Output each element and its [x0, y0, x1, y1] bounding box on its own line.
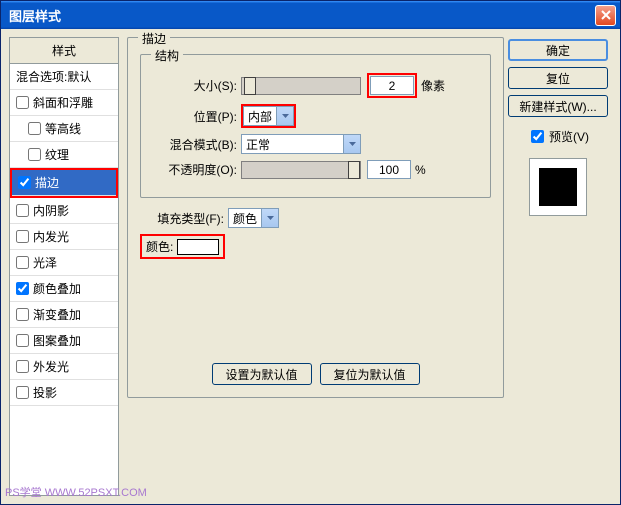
preview-checkbox[interactable]	[531, 130, 544, 143]
stroke-fieldset: 描边 结构 大小(S): 像素 位置(P):	[127, 37, 504, 398]
blendmode-combo[interactable]: 正常	[241, 134, 361, 154]
ok-button[interactable]: 确定	[508, 39, 608, 61]
size-slider[interactable]	[241, 77, 361, 95]
style-checkbox[interactable]	[28, 148, 41, 161]
chevron-down-icon	[343, 135, 360, 153]
filltype-combo[interactable]: 颜色	[228, 208, 279, 228]
position-highlight: 内部	[241, 104, 296, 128]
opacity-label: 不透明度(O):	[153, 161, 241, 178]
settings-panel: 描边 结构 大小(S): 像素 位置(P):	[127, 37, 504, 496]
style-label: 图案叠加	[33, 332, 81, 349]
style-label: 渐变叠加	[33, 306, 81, 323]
preview-label: 预览(V)	[549, 128, 589, 145]
position-combo[interactable]: 内部	[243, 106, 294, 126]
style-item[interactable]: 光泽	[10, 250, 118, 276]
preview-checkbox-row[interactable]: 预览(V)	[527, 127, 589, 146]
chevron-down-icon	[276, 107, 293, 125]
size-unit: 像素	[421, 77, 445, 94]
style-item[interactable]: 颜色叠加	[10, 276, 118, 302]
style-checkbox[interactable]	[16, 308, 29, 321]
style-item[interactable]: 外发光	[10, 354, 118, 380]
new-style-button[interactable]: 新建样式(W)...	[508, 95, 608, 117]
style-label: 外发光	[33, 358, 69, 375]
blendmode-label: 混合模式(B):	[153, 136, 241, 153]
reset-default-button[interactable]: 复位为默认值	[320, 363, 420, 385]
color-swatch[interactable]	[177, 239, 219, 255]
stroke-highlight: 描边	[10, 168, 118, 198]
reset-button[interactable]: 复位	[508, 67, 608, 89]
size-row: 大小(S): 像素	[153, 73, 478, 98]
style-checkbox[interactable]	[28, 122, 41, 135]
style-label: 纹理	[45, 146, 69, 163]
size-input[interactable]	[370, 76, 414, 95]
size-label: 大小(S):	[153, 77, 241, 94]
close-icon	[601, 10, 611, 20]
style-label: 描边	[35, 174, 59, 191]
blendmode-row: 混合模式(B): 正常	[153, 134, 478, 154]
style-label: 颜色叠加	[33, 280, 81, 297]
style-item[interactable]: 描边	[12, 170, 116, 196]
preview-box	[529, 158, 587, 216]
size-highlight	[367, 73, 417, 98]
style-checkbox[interactable]	[16, 360, 29, 373]
watermark: PS学堂 WWW.52PSXT.COM	[5, 484, 147, 500]
style-item[interactable]: 等高线	[10, 116, 118, 142]
preview-swatch	[539, 168, 577, 206]
style-checkbox[interactable]	[16, 282, 29, 295]
structure-fieldset: 结构 大小(S): 像素 位置(P): 内部	[140, 54, 491, 198]
style-label: 内发光	[33, 228, 69, 245]
style-item[interactable]: 投影	[10, 380, 118, 406]
filltype-label: 填充类型(F):	[140, 210, 228, 227]
opacity-slider[interactable]	[241, 161, 361, 179]
style-checkbox[interactable]	[16, 386, 29, 399]
style-checkbox[interactable]	[16, 230, 29, 243]
style-checkbox[interactable]	[16, 96, 29, 109]
style-label: 等高线	[45, 120, 81, 137]
dialog-body: 样式 混合选项:默认 斜面和浮雕等高线纹理描边内阴影内发光光泽颜色叠加渐变叠加图…	[1, 29, 620, 504]
style-item[interactable]: 渐变叠加	[10, 302, 118, 328]
titlebar: 图层样式	[1, 1, 620, 29]
style-item[interactable]: 内阴影	[10, 198, 118, 224]
spacer	[140, 265, 491, 355]
style-item[interactable]: 斜面和浮雕	[10, 90, 118, 116]
position-label: 位置(P):	[153, 108, 241, 125]
set-default-button[interactable]: 设置为默认值	[212, 363, 312, 385]
style-label: 内阴影	[33, 202, 69, 219]
chevron-down-icon	[261, 209, 278, 227]
slider-thumb[interactable]	[348, 161, 360, 179]
color-highlight: 颜色:	[140, 234, 225, 259]
close-button[interactable]	[595, 5, 616, 26]
style-label: 光泽	[33, 254, 57, 271]
styles-header: 样式	[10, 38, 118, 64]
styles-list: 样式 混合选项:默认 斜面和浮雕等高线纹理描边内阴影内发光光泽颜色叠加渐变叠加图…	[9, 37, 119, 496]
blend-options-label: 混合选项:默认	[16, 68, 91, 85]
style-checkbox[interactable]	[16, 204, 29, 217]
filltype-row: 填充类型(F): 颜色	[140, 208, 491, 228]
slider-thumb[interactable]	[244, 77, 256, 95]
position-row: 位置(P): 内部	[153, 104, 478, 128]
style-item[interactable]: 图案叠加	[10, 328, 118, 354]
opacity-row: 不透明度(O): %	[153, 160, 478, 179]
opacity-unit: %	[415, 163, 426, 177]
style-checkbox[interactable]	[16, 334, 29, 347]
style-checkbox[interactable]	[16, 256, 29, 269]
stroke-title: 描边	[138, 30, 170, 47]
style-label: 投影	[33, 384, 57, 401]
default-buttons: 设置为默认值 复位为默认值	[140, 363, 491, 385]
structure-title: 结构	[151, 47, 183, 64]
opacity-input[interactable]	[367, 160, 411, 179]
right-panel: 确定 复位 新建样式(W)... 预览(V)	[504, 37, 612, 496]
position-value: 内部	[244, 108, 276, 125]
style-item[interactable]: 纹理	[10, 142, 118, 168]
color-row: 颜色:	[140, 234, 491, 259]
style-item[interactable]: 内发光	[10, 224, 118, 250]
style-checkbox[interactable]	[18, 176, 31, 189]
layer-style-dialog: 图层样式 样式 混合选项:默认 斜面和浮雕等高线纹理描边内阴影内发光光泽颜色叠加…	[0, 0, 621, 505]
color-label: 颜色:	[146, 238, 173, 255]
filltype-value: 颜色	[229, 210, 261, 227]
style-label: 斜面和浮雕	[33, 94, 93, 111]
window-title: 图层样式	[9, 6, 595, 25]
blendmode-value: 正常	[242, 136, 343, 153]
blend-options-row[interactable]: 混合选项:默认	[10, 64, 118, 90]
